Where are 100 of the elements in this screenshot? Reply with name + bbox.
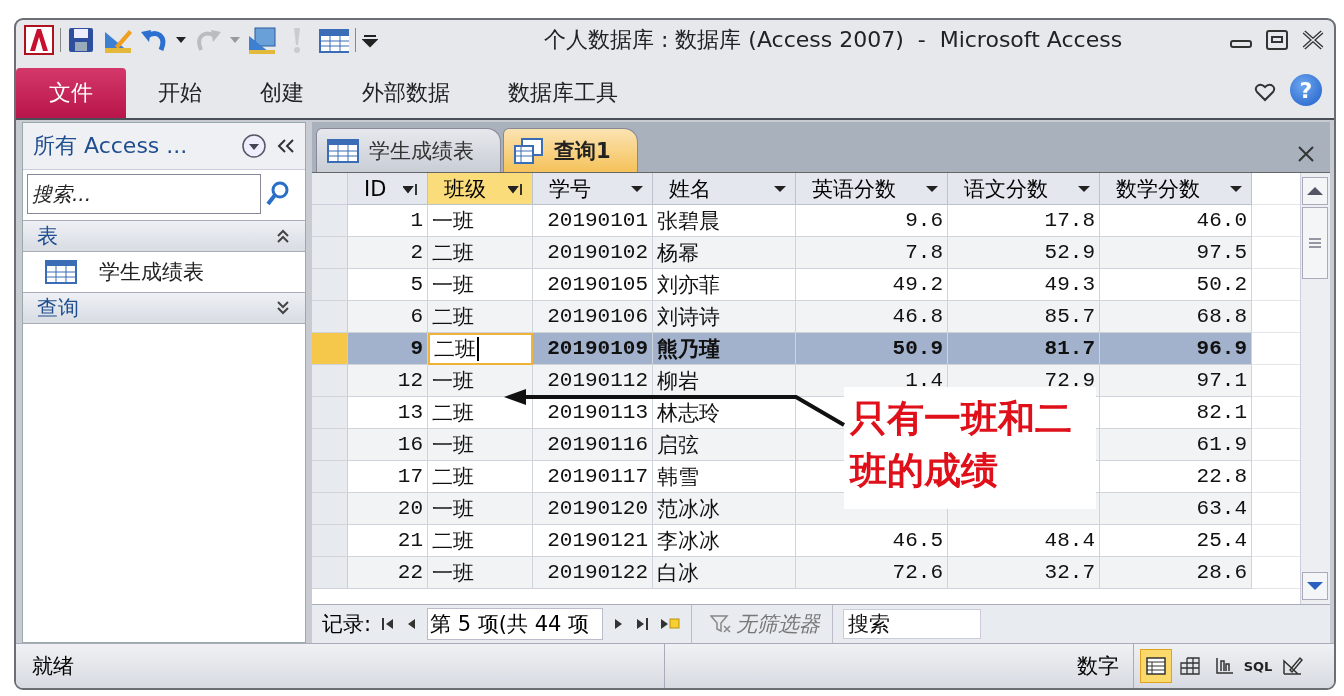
scroll-thumb[interactable] [1302,207,1328,279]
nav-group-header[interactable]: 表 [23,220,305,252]
view-icon[interactable] [247,26,277,54]
document-tab[interactable]: 学生成绩表 [316,128,501,172]
table-cell: 2 [348,237,428,269]
table-cell: 20190102 [533,237,653,269]
column-header[interactable]: 班级 [428,173,533,205]
table-cell: 韩雪 [653,461,796,493]
table-cell: 22.8 [1100,461,1252,493]
table-cell: 17.8 [948,205,1100,237]
datasheet-view-button[interactable] [1140,649,1172,683]
column-header[interactable]: 英语分数 [796,173,948,205]
table-cell: 二班 [428,301,533,333]
dropdown-arrow-icon[interactable] [630,183,644,194]
dropdown-icon[interactable] [175,35,187,45]
app-logo-icon[interactable] [24,25,54,55]
table-cell: 20190112 [533,365,653,397]
record-search-field[interactable]: 搜索 [843,609,982,639]
table-cell: 82.1 [1100,397,1252,429]
down-arrow-icon[interactable] [1306,580,1324,592]
table-cell: 20 [348,493,428,525]
ribbon-tab[interactable]: 外部数据 [336,68,476,118]
table-cell: 46.5 [796,525,948,557]
table-cell: 20190109 [533,333,653,365]
table-cell: 21 [348,525,428,557]
chevron-up-icon[interactable] [275,228,291,244]
ribbon-tab[interactable]: 创建 [234,68,330,118]
table-cell: 81.7 [948,333,1100,365]
group-label: 查询 [37,295,79,322]
ribbon-tab[interactable]: 文件 [16,68,126,118]
search-icon[interactable] [265,180,291,208]
restore-icon[interactable] [1264,28,1290,52]
record-label: 记录: [322,611,372,638]
table-cell: 范冰冰 [653,493,796,525]
dropdown-arrow-icon[interactable] [773,183,787,194]
up-arrow-icon[interactable] [1306,185,1324,197]
table-cell: 20190121 [533,525,653,557]
table-cell: 20190122 [533,557,653,589]
dropdown-arrow-icon[interactable] [1229,183,1243,194]
dropdown-arrow-icon[interactable] [1077,183,1091,194]
table-cell: 一班 [428,269,533,301]
first-record-button[interactable] [381,616,396,632]
table-cell: 二班 [428,397,533,429]
table-cell: 熊乃瑾 [653,333,796,365]
customize-icon[interactable] [362,32,378,48]
table-cell: 20190101 [533,205,653,237]
funnel-icon [710,614,733,634]
search-field[interactable]: 搜索... [27,174,261,214]
record-position-field[interactable]: 第 5 项(共 44 项 [427,608,604,640]
table-cell: 48.4 [948,525,1100,557]
column-header[interactable]: 数学分数 [1100,173,1252,205]
dropdown-arrow-icon[interactable] [925,183,939,194]
table-cell: 17 [348,461,428,493]
column-header[interactable]: 学号 [533,173,653,205]
status-text: 就绪 [16,644,665,688]
scroll-down-button[interactable] [1302,572,1328,600]
document-tab[interactable]: 查询1 [503,128,638,172]
new-record-button[interactable] [659,616,682,632]
table-cell: 12 [348,365,428,397]
nav-item[interactable]: 学生成绩表 [23,252,305,292]
filter-arrow-icon[interactable] [403,181,419,196]
column-header[interactable]: 姓名 [653,173,796,205]
chevron-down-icon[interactable] [275,300,291,316]
table-cell: 杨幂 [653,237,796,269]
pivot-table-view-icon [1179,655,1201,677]
column-header[interactable]: 语文分数 [948,173,1100,205]
table-cell: 二班 [428,461,533,493]
last-record-button[interactable] [635,616,650,632]
table-cell[interactable]: 二班 [428,333,533,365]
heart-icon[interactable] [1254,82,1276,102]
table-cell: 20190106 [533,301,653,333]
table-cell: 张碧晨 [653,205,796,237]
filter-arrow-icon[interactable] [508,181,524,196]
table-cell: 85.7 [948,301,1100,333]
scroll-up-button[interactable] [1302,177,1328,205]
datasheet-icon[interactable] [319,26,349,54]
table-cell: 一班 [428,429,533,461]
table-cell: 20190117 [533,461,653,493]
close-tab-button[interactable] [1296,144,1316,164]
sql-view-button[interactable]: SQL [1242,649,1274,683]
table-cell: 一班 [428,557,533,589]
close-icon[interactable] [1300,28,1326,52]
dropdown-circle-icon[interactable] [241,133,267,159]
keyboard-mode: 数字 [1077,644,1134,688]
table-cell: 柳岩 [653,365,796,397]
ribbon-tab[interactable]: 开始 [132,68,228,118]
table-cell: 二班 [428,237,533,269]
table-cell: 22 [348,557,428,589]
table-cell: 1 [348,205,428,237]
table-cell: 5 [348,269,428,301]
nav-group-header[interactable]: 查询 [23,292,305,324]
ribbon-tab[interactable]: 数据库工具 [482,68,644,118]
column-header[interactable]: ID [348,173,428,205]
pivot-chart-view-icon [1213,655,1235,677]
table-cell: 49.2 [796,269,948,301]
table-cell: 一班 [428,493,533,525]
table-cell: 32.7 [948,557,1100,589]
table-cell: 50.2 [1100,269,1252,301]
design-view-icon [1281,655,1303,677]
table-cell: 刘亦菲 [653,269,796,301]
